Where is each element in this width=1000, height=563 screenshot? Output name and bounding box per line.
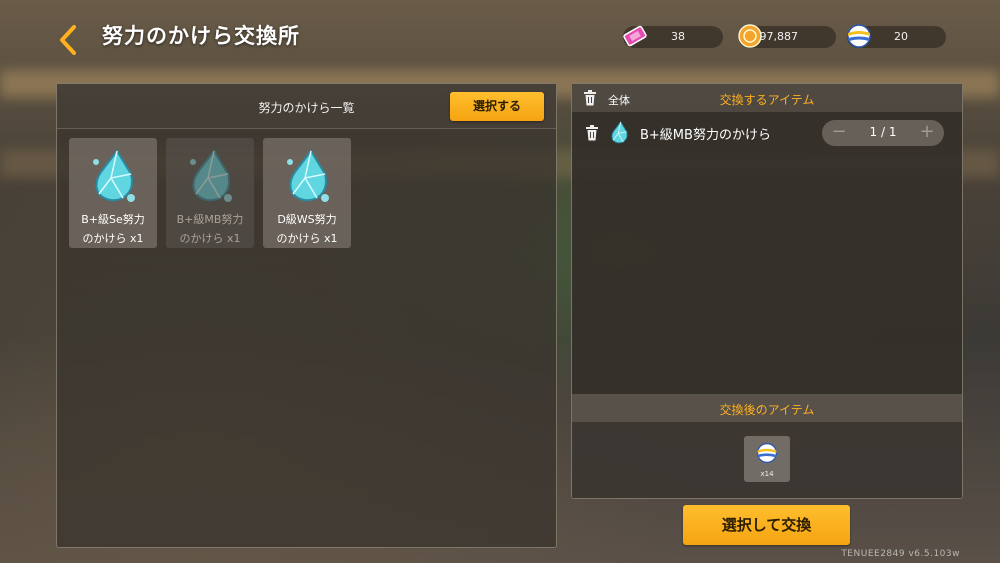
reward-item[interactable]: x14 xyxy=(744,436,790,482)
exchange-item-name: B+級MB努力のかけら xyxy=(640,128,771,143)
result-items-title: 交換後のアイテム xyxy=(719,403,815,417)
quantity-stepper: − 1 / 1 + xyxy=(822,120,944,146)
fragment-card-label: B+級MB努力 のかけら x1 xyxy=(176,213,244,245)
fragment-card[interactable]: D級WS努力 のかけら x1 xyxy=(263,138,351,248)
fragment-card-selected[interactable]: B+級MB努力 のかけら x1 xyxy=(166,138,254,248)
reward-count: x14 xyxy=(760,470,774,478)
fragment-list-header: 努力のかけら一覧 選択する xyxy=(57,84,556,129)
crystal-fragment-icon xyxy=(611,121,628,144)
fragment-list-panel: 努力のかけら一覧 選択する B+級Se努力 のかけら x1 B+級MB努力 のか… xyxy=(56,83,557,548)
select-button[interactable]: 選択する xyxy=(450,92,544,121)
fragment-card[interactable]: B+級Se努力 のかけら x1 xyxy=(69,138,157,248)
page-title: 努力のかけら交換所 xyxy=(102,24,300,48)
currency-ticket: 38 xyxy=(623,25,723,48)
result-items-area: x14 xyxy=(572,422,962,498)
ball-icon xyxy=(847,24,871,48)
exchange-items-header: 全体 交換するアイテム xyxy=(572,84,962,112)
ticket-count: 38 xyxy=(671,30,685,43)
currency-ball: 20 xyxy=(847,24,946,48)
crystal-fragment-icon xyxy=(93,149,135,202)
ball-icon xyxy=(756,442,778,464)
coin-count: 97,887 xyxy=(759,30,799,43)
exchange-item-list: B+級MB努力のかけら − 1 / 1 + xyxy=(572,112,962,394)
result-items-header: 交換後のアイテム xyxy=(572,394,962,422)
crystal-fragment-icon xyxy=(287,149,329,202)
exchange-panel: 全体 交換するアイテム B+級MB努力のかけら − 1 / 1 + 交換後のアイ… xyxy=(571,83,963,499)
crystal-fragment-icon xyxy=(190,149,232,202)
ticket-icon xyxy=(623,25,647,47)
version-label: TENUEE2849 v6.5.103w xyxy=(841,549,960,559)
back-chevron-icon[interactable] xyxy=(52,22,82,58)
ball-count: 20 xyxy=(894,30,908,43)
increase-button[interactable]: + xyxy=(916,122,938,144)
currency-coin: 97,887 xyxy=(738,24,836,48)
exchange-items-title: 交換するアイテム xyxy=(719,93,815,107)
exchange-button[interactable]: 選択して交換 xyxy=(683,505,850,545)
fragment-card-label: D級WS努力 のかけら x1 xyxy=(276,213,338,245)
trash-icon[interactable] xyxy=(585,125,599,141)
list-item: B+級MB努力のかけら − 1 / 1 + xyxy=(572,118,962,148)
fragment-card-label: B+級Se努力 のかけら x1 xyxy=(81,213,145,245)
